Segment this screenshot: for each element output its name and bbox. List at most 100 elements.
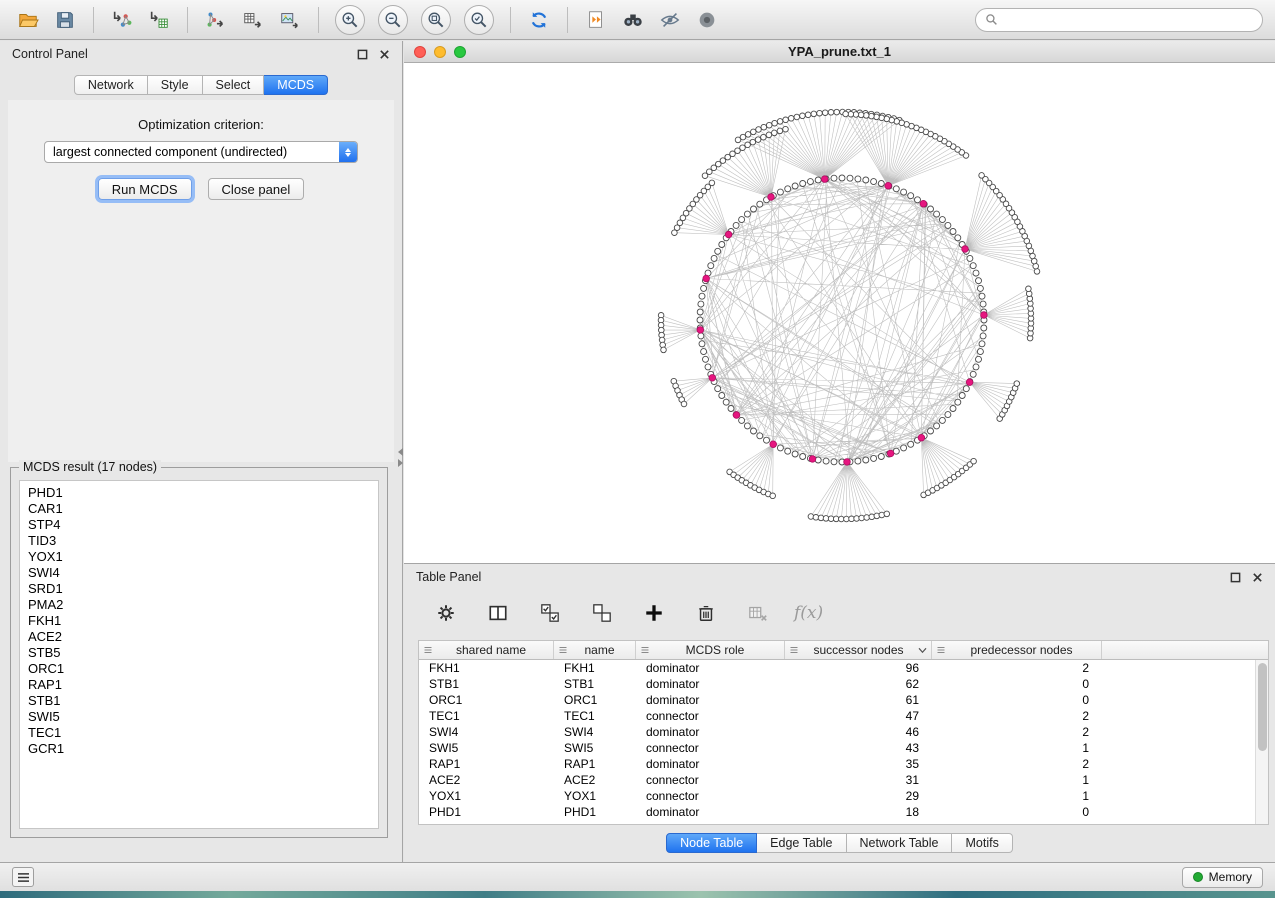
deselect-all-rows-button[interactable] (586, 597, 618, 629)
search-box[interactable] (975, 8, 1263, 32)
float-window-icon[interactable] (357, 49, 368, 60)
list-item[interactable]: PMA2 (20, 597, 378, 613)
clone-network-button[interactable] (580, 4, 612, 36)
list-item[interactable]: ORC1 (20, 661, 378, 677)
list-item[interactable]: SRD1 (20, 581, 378, 597)
tab-edge-table[interactable]: Edge Table (757, 833, 846, 853)
search-network-button[interactable] (617, 4, 649, 36)
close-window-icon[interactable] (414, 46, 426, 58)
toolbar-separator (510, 7, 511, 33)
tab-mcds[interactable]: MCDS (264, 75, 328, 95)
export-table-button[interactable] (237, 4, 269, 36)
list-item[interactable]: YOX1 (20, 549, 378, 565)
memory-button[interactable]: Memory (1182, 867, 1263, 888)
table-settings-button[interactable] (430, 597, 462, 629)
list-item[interactable]: ACE2 (20, 629, 378, 645)
list-item[interactable]: CAR1 (20, 501, 378, 517)
maximize-window-icon[interactable] (454, 46, 466, 58)
column-header[interactable]: MCDS role (636, 641, 785, 659)
zoom-out-button[interactable] (378, 5, 408, 35)
function-builder-button[interactable]: f(x) (794, 603, 823, 623)
float-window-icon[interactable] (1230, 572, 1241, 583)
network-graph[interactable] (404, 63, 1275, 562)
table-row[interactable]: SWI5SWI5connector431 (419, 740, 1268, 756)
table-row[interactable]: PHD1PHD1dominator180 (419, 804, 1268, 820)
list-item[interactable]: FKH1 (20, 613, 378, 629)
main-toolbar (0, 0, 1275, 40)
list-item[interactable]: RAP1 (20, 677, 378, 693)
open-file-button[interactable] (12, 4, 44, 36)
column-header[interactable]: shared name (419, 641, 554, 659)
panel-menu-button[interactable] (12, 867, 34, 887)
table-row[interactable]: YOX1YOX1connector291 (419, 788, 1268, 804)
save-session-button[interactable] (49, 4, 81, 36)
list-item[interactable]: TID3 (20, 533, 378, 549)
run-mcds-button[interactable]: Run MCDS (98, 178, 192, 200)
list-item[interactable]: SWI4 (20, 565, 378, 581)
tab-node-table[interactable]: Node Table (666, 833, 757, 853)
show-all-button[interactable] (691, 4, 723, 36)
network-window-titlebar[interactable]: YPA_prune.txt_1 (404, 41, 1275, 63)
network-view-window: YPA_prune.txt_1 (404, 41, 1275, 563)
table-row[interactable]: STB1STB1dominator620 (419, 676, 1268, 692)
table-cell: connector (636, 772, 785, 788)
tab-network[interactable]: Network (74, 75, 148, 95)
table-cell: 2 (932, 756, 1102, 772)
hide-columns-button[interactable] (742, 597, 774, 629)
list-item[interactable]: SWI5 (20, 709, 378, 725)
import-network-button[interactable] (106, 4, 138, 36)
table-cell: SWI4 (419, 724, 554, 740)
node-table: shared namenameMCDS rolesuccessor nodesp… (418, 640, 1269, 825)
import-table-button[interactable] (143, 4, 175, 36)
refresh-layout-button[interactable] (523, 4, 555, 36)
clone-document-icon (585, 9, 607, 31)
tab-motifs[interactable]: Motifs (952, 833, 1012, 853)
sort-icon (423, 645, 433, 655)
criterion-dropdown[interactable]: largest connected component (undirected) (44, 141, 358, 163)
list-item[interactable]: STP4 (20, 517, 378, 533)
zoom-fit-button[interactable] (421, 5, 451, 35)
tab-style[interactable]: Style (148, 75, 203, 95)
list-item[interactable]: GCR1 (20, 741, 378, 757)
table-cell: 31 (785, 772, 932, 788)
table-row[interactable]: ACE2ACE2connector311 (419, 772, 1268, 788)
table-row[interactable]: RAP1RAP1dominator352 (419, 756, 1268, 772)
select-all-rows-button[interactable] (534, 597, 566, 629)
export-network-button[interactable] (200, 4, 232, 36)
table-cell: dominator (636, 692, 785, 708)
table-scrollbar[interactable] (1255, 660, 1268, 824)
table-row[interactable]: TEC1TEC1connector472 (419, 708, 1268, 724)
eye-slash-icon (659, 9, 681, 31)
table-toolbar: f(x) (404, 590, 1275, 636)
table-tabs: Node Table Edge Table Network Table Moti… (404, 833, 1275, 853)
table-row[interactable]: SWI4SWI4dominator462 (419, 724, 1268, 740)
list-item[interactable]: STB1 (20, 693, 378, 709)
dropdown-stepper-icon (339, 142, 357, 162)
column-header[interactable]: name (554, 641, 636, 659)
zoom-selected-button[interactable] (464, 5, 494, 35)
tab-select[interactable]: Select (203, 75, 265, 95)
panel-splitter-handle[interactable] (396, 448, 405, 468)
close-icon[interactable] (379, 49, 390, 60)
table-row[interactable]: ORC1ORC1dominator610 (419, 692, 1268, 708)
delete-column-button[interactable] (690, 597, 722, 629)
add-column-button[interactable] (638, 597, 670, 629)
column-header[interactable]: predecessor nodes (932, 641, 1102, 659)
scrollbar-thumb[interactable] (1258, 663, 1267, 751)
search-input[interactable] (1004, 13, 1253, 27)
close-panel-button[interactable]: Close panel (208, 178, 305, 200)
zoom-in-button[interactable] (335, 5, 365, 35)
hide-selected-button[interactable] (654, 4, 686, 36)
column-header[interactable]: successor nodes (785, 641, 932, 659)
table-row[interactable]: FKH1FKH1dominator962 (419, 660, 1268, 676)
list-item[interactable]: PHD1 (20, 485, 378, 501)
mcds-result-list[interactable]: PHD1CAR1STP4TID3YOX1SWI4SRD1PMA2FKH1ACE2… (19, 480, 379, 829)
control-panel-header: Control Panel (0, 41, 402, 67)
list-item[interactable]: STB5 (20, 645, 378, 661)
minimize-window-icon[interactable] (434, 46, 446, 58)
export-image-button[interactable] (274, 4, 306, 36)
column-layout-button[interactable] (482, 597, 514, 629)
list-item[interactable]: TEC1 (20, 725, 378, 741)
tab-network-table[interactable]: Network Table (847, 833, 953, 853)
close-icon[interactable] (1252, 572, 1263, 583)
